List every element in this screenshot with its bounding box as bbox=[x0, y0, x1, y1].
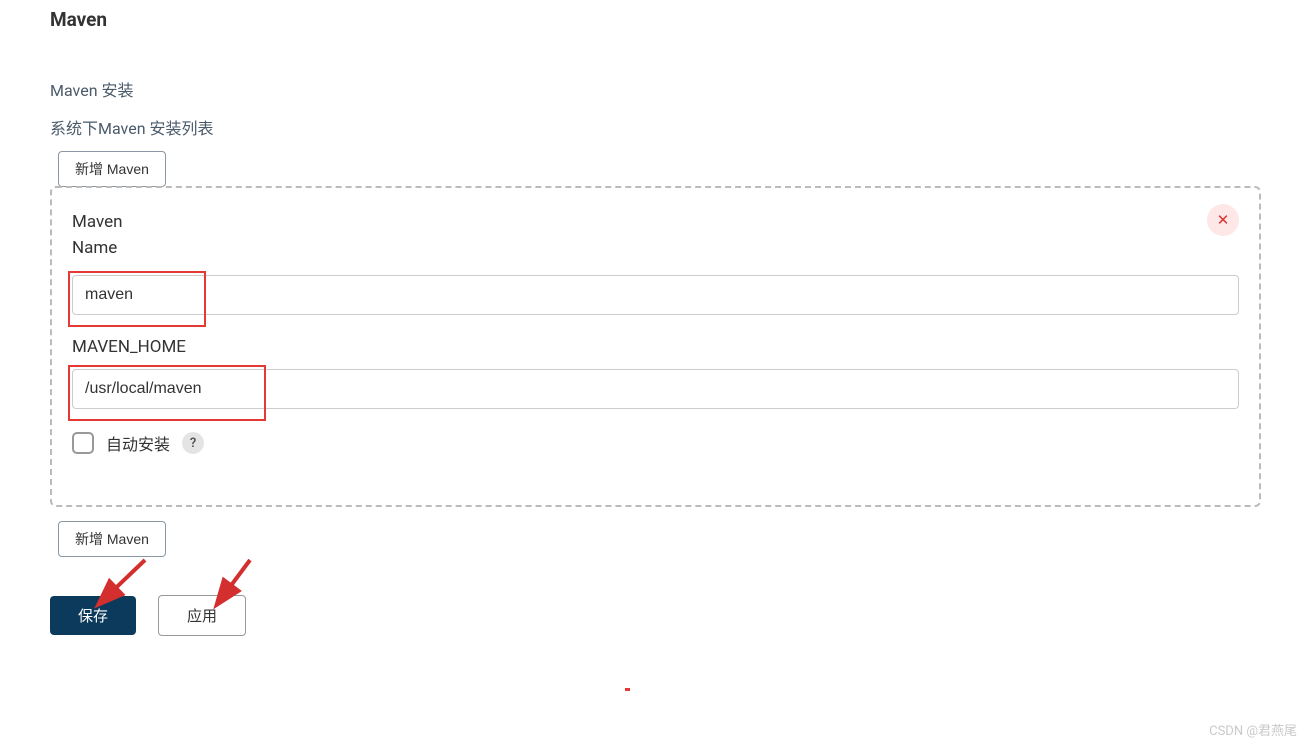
entry-header-line1: Maven bbox=[72, 210, 1239, 236]
add-maven-button-bottom[interactable]: 新增 Maven bbox=[58, 521, 166, 557]
save-button[interactable]: 保存 bbox=[50, 596, 136, 635]
decorative-dot bbox=[625, 688, 630, 691]
auto-install-label: 自动安装 bbox=[106, 431, 170, 455]
maven-home-label: MAVEN_HOME bbox=[72, 337, 1239, 357]
maven-home-input[interactable] bbox=[72, 369, 1239, 409]
install-title: Maven 安装 bbox=[50, 77, 1261, 101]
name-input[interactable] bbox=[72, 275, 1239, 315]
watermark: CSDN @君燕尾 bbox=[1209, 720, 1297, 739]
install-list-description: 系统下Maven 安装列表 bbox=[50, 115, 1261, 139]
apply-button[interactable]: 应用 bbox=[158, 595, 246, 636]
help-icon[interactable]: ? bbox=[182, 432, 204, 454]
add-maven-button-top[interactable]: 新增 Maven bbox=[58, 151, 166, 187]
maven-install-entry: ✕ Maven Name MAVEN_HOME 自动安装 ? bbox=[50, 186, 1261, 507]
entry-header: Maven Name bbox=[72, 210, 1239, 261]
footer-actions: 保存 应用 bbox=[50, 595, 1261, 636]
auto-install-checkbox[interactable] bbox=[72, 432, 94, 454]
close-icon[interactable]: ✕ bbox=[1207, 204, 1239, 236]
section-title: Maven bbox=[50, 8, 1261, 31]
entry-header-line2: Name bbox=[72, 236, 1239, 262]
